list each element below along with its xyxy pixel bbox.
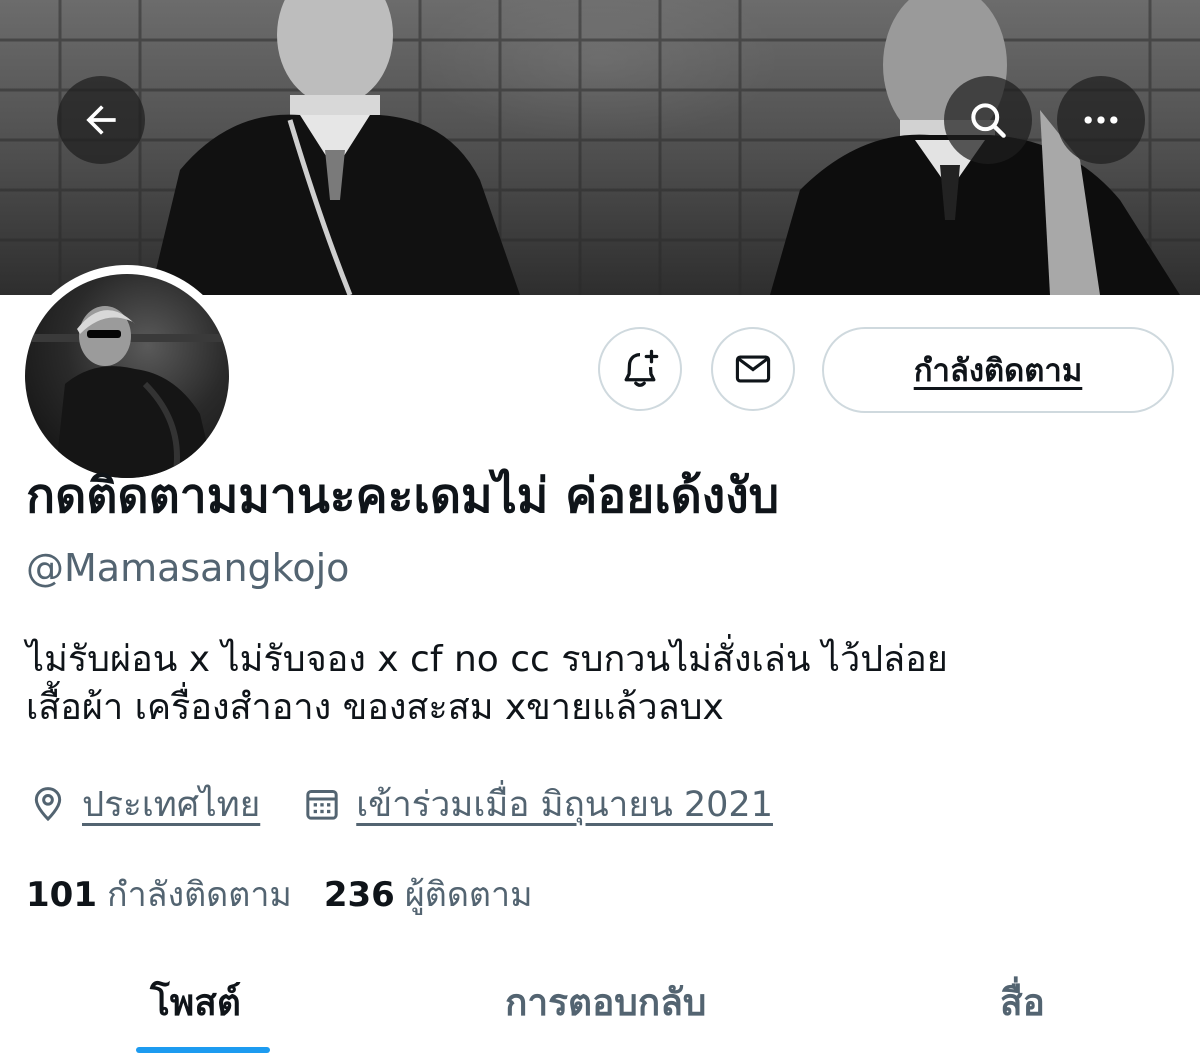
envelope-icon (735, 355, 771, 383)
followers-stat[interactable]: 236 ผู้ติดตาม (324, 867, 533, 921)
calendar-icon (306, 790, 338, 820)
location-item: ประเทศไทย (28, 777, 260, 832)
arrow-left-icon (86, 105, 116, 135)
search-icon (971, 103, 1006, 138)
bio-line: เสื้อผ้า เครื่องสำอาง ของสะสม xขายแล้วลบ… (26, 687, 724, 728)
tab-media[interactable]: สื่อ (1000, 968, 1045, 1038)
search-button[interactable] (944, 76, 1032, 164)
bio-line: ไม่รับผ่อน x ไม่รับจอง x cf no cc รบกวนไ… (26, 639, 948, 680)
message-button[interactable] (711, 327, 795, 411)
following-button[interactable]: กำลังติดตาม (822, 327, 1174, 413)
avatar[interactable] (16, 265, 238, 487)
followers-count: 236 (323, 875, 395, 915)
followers-label: ผู้ติดตาม (404, 875, 533, 915)
follow-stats: 101 กำลังติดตาม 236 ผู้ติดตาม (26, 866, 565, 922)
active-tab-indicator (136, 1047, 270, 1053)
location-pin-icon (34, 787, 62, 822)
tab-posts[interactable]: โพสต์ (150, 968, 241, 1038)
more-icon (1084, 116, 1118, 124)
bell-plus-icon (624, 349, 659, 387)
following-label: กำลังติดตาม (106, 875, 292, 915)
tab-replies[interactable]: การตอบกลับ (505, 968, 706, 1038)
joined-item: เข้าร่วมเมื่อ มิถุนายน 2021 (302, 777, 773, 832)
profile-tabs: โพสต์ การตอบกลับ สื่อ (0, 960, 1200, 1053)
notifications-button[interactable] (598, 327, 682, 411)
profile-bio: ไม่รับผ่อน x ไม่รับจอง x cf no cc รบกวนไ… (26, 636, 1176, 732)
profile-banner (0, 0, 1200, 295)
display-name: กดติดตามมานะคะเดมไม่ ค่อยเด้งงับ (26, 468, 780, 524)
following-count: 101 (26, 875, 97, 915)
following-stat[interactable]: 101 กำลังติดตาม (26, 867, 292, 921)
location-link[interactable]: ประเทศไทย (82, 777, 260, 832)
avatar-photo (25, 274, 229, 478)
user-handle: @Mamasangkojo (26, 546, 350, 590)
more-button[interactable] (1057, 76, 1145, 164)
back-button[interactable] (57, 76, 145, 164)
profile-meta: ประเทศไทย เข้าร่วมเมื่อ มิถุนายน 2021 (28, 776, 773, 832)
joined-date[interactable]: เข้าร่วมเมื่อ มิถุนายน 2021 (356, 777, 773, 832)
